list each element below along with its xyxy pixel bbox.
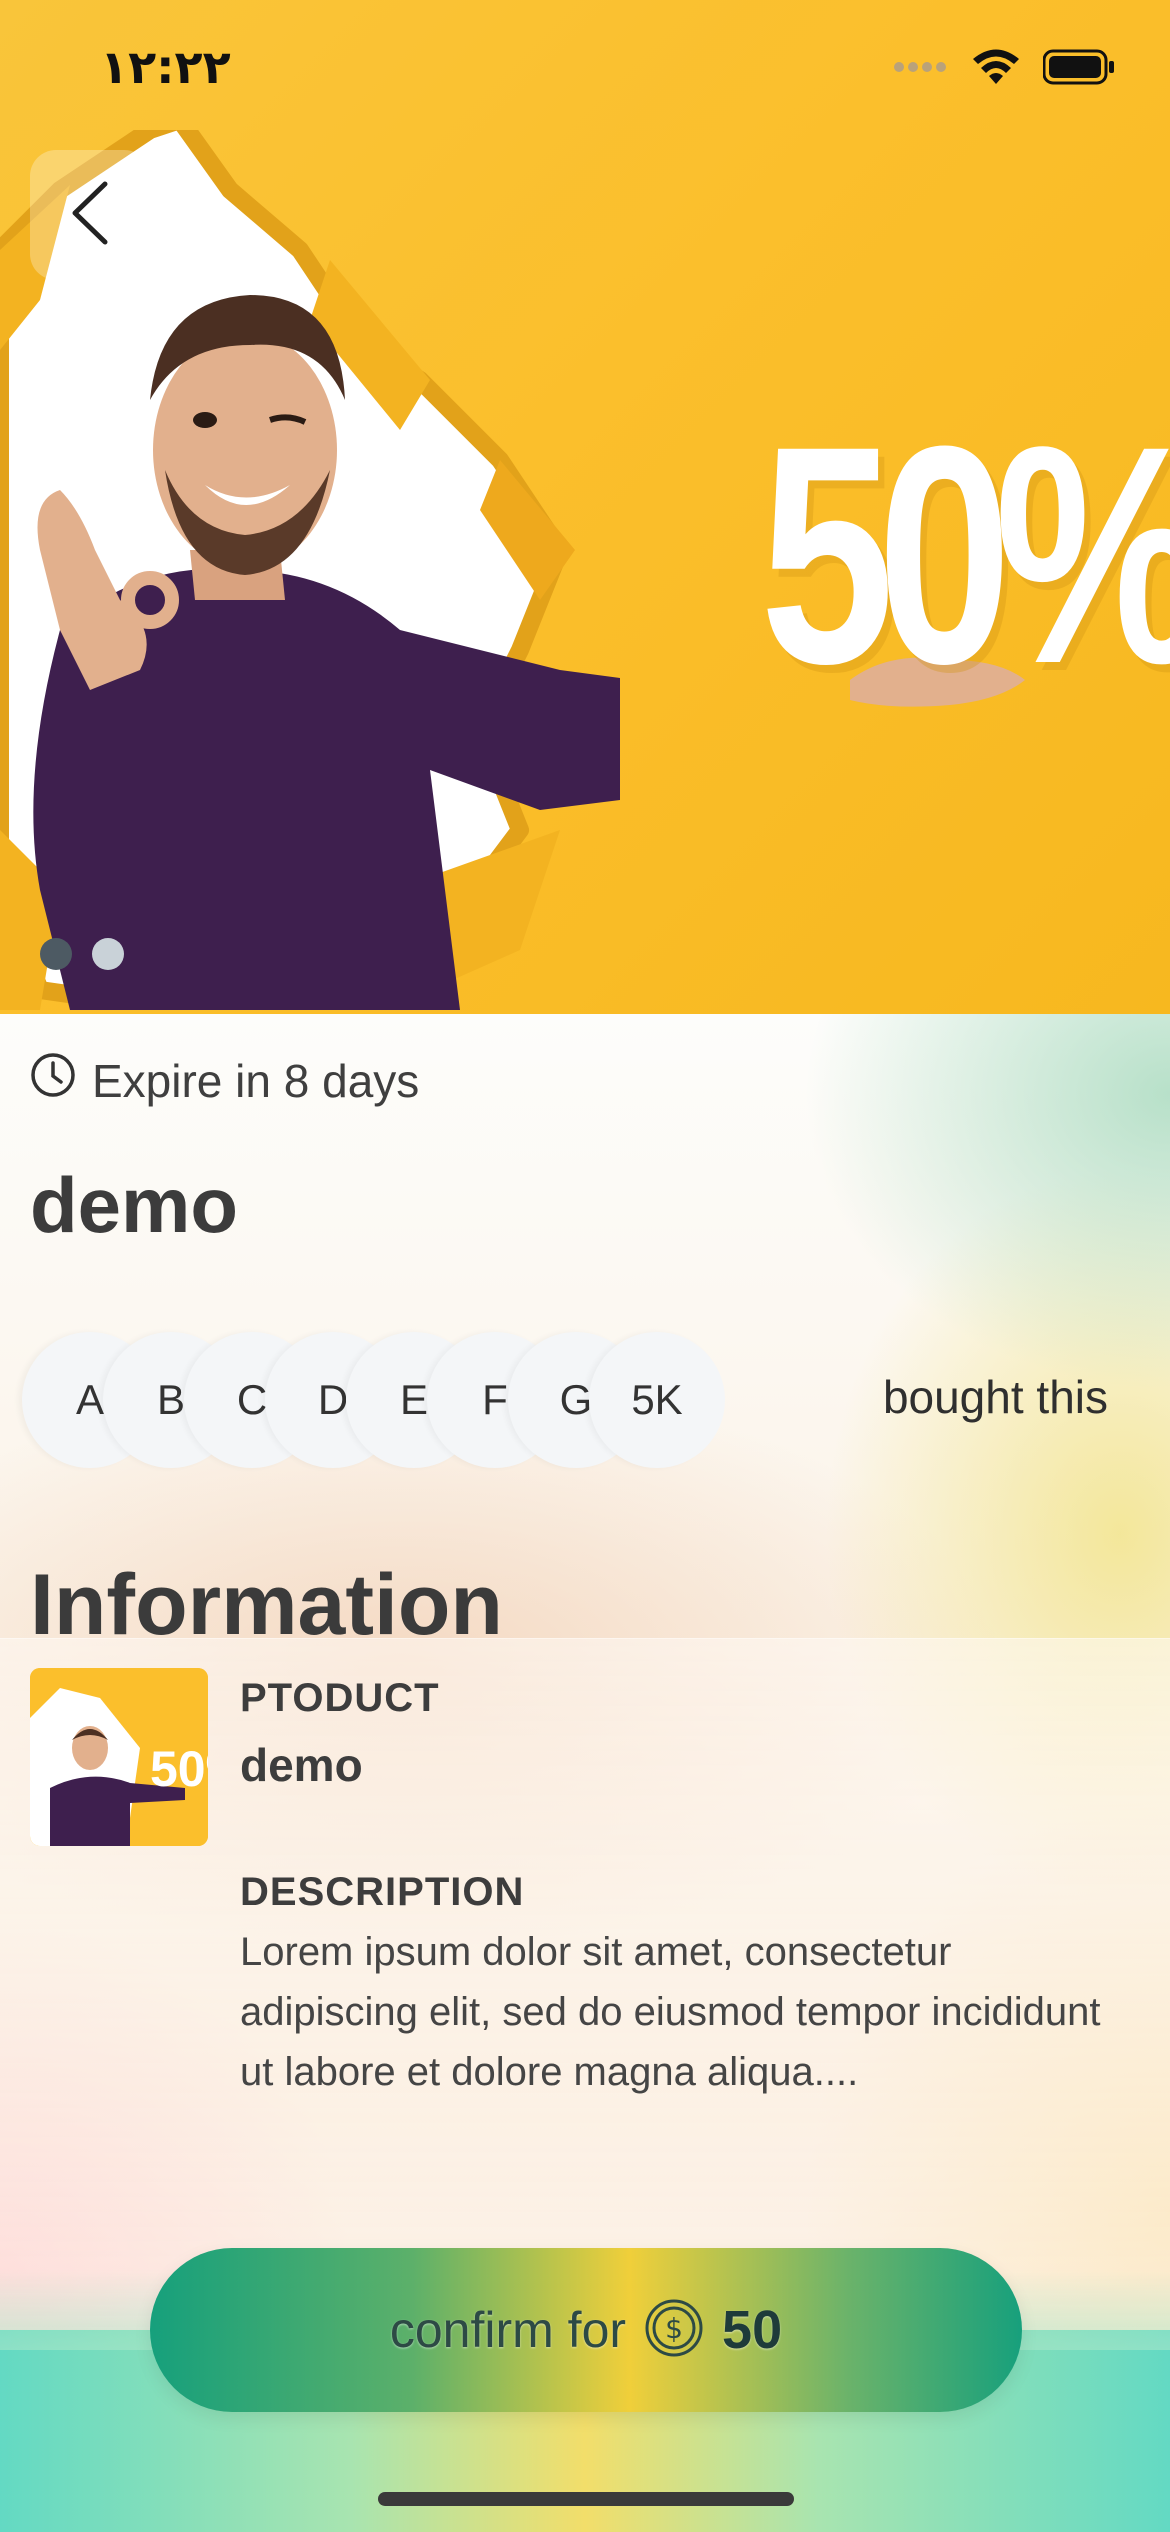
status-bar: ۱۲:۲۲	[0, 0, 1170, 140]
buyer-count-avatar: 5K	[589, 1332, 725, 1468]
home-indicator[interactable]	[378, 2492, 794, 2506]
dollar-coin-icon: $	[644, 2298, 704, 2363]
product-label: PTODUCT	[240, 1676, 440, 1720]
product-thumbnail: 50%	[30, 1668, 208, 1846]
offer-title: demo	[30, 1161, 239, 1249]
confirm-purchase-button[interactable]: confirm for $ 50	[150, 2248, 1022, 2412]
hero-image: 50%	[0, 0, 1170, 1014]
status-time: ۱۲:۲۲	[100, 40, 231, 94]
back-button[interactable]	[30, 150, 150, 280]
chevron-left-icon	[67, 178, 113, 253]
product-name: demo	[240, 1739, 363, 1791]
carousel-dot[interactable]	[92, 938, 124, 970]
carousel-pagination	[40, 938, 124, 970]
confirm-label: confirm for	[389, 2302, 627, 2358]
expire-info: Expire in 8 days	[30, 1052, 419, 1109]
thumb-percent-text: 50%	[150, 1741, 208, 1797]
status-icons	[893, 48, 1115, 91]
battery-icon	[1042, 49, 1115, 90]
clock-icon	[30, 1052, 76, 1109]
expire-text: Expire in 8 days	[92, 1054, 420, 1107]
description-text: Lorem ipsum dolor sit amet, consectetur …	[240, 1930, 1101, 2094]
confirm-amount: 50	[722, 2300, 783, 2360]
discount-percent-graphic: 50%	[760, 381, 1170, 728]
cellular-signal-icon	[893, 57, 949, 82]
bought-this-label: bought this	[882, 1371, 1108, 1423]
buyer-avatars[interactable]: A B C D E F G 5K	[22, 1332, 725, 1468]
wifi-icon	[971, 48, 1021, 91]
description-label: DESCRIPTION	[240, 1870, 525, 1914]
svg-text:$: $	[665, 2312, 683, 2345]
carousel-dot-active[interactable]	[40, 938, 72, 970]
